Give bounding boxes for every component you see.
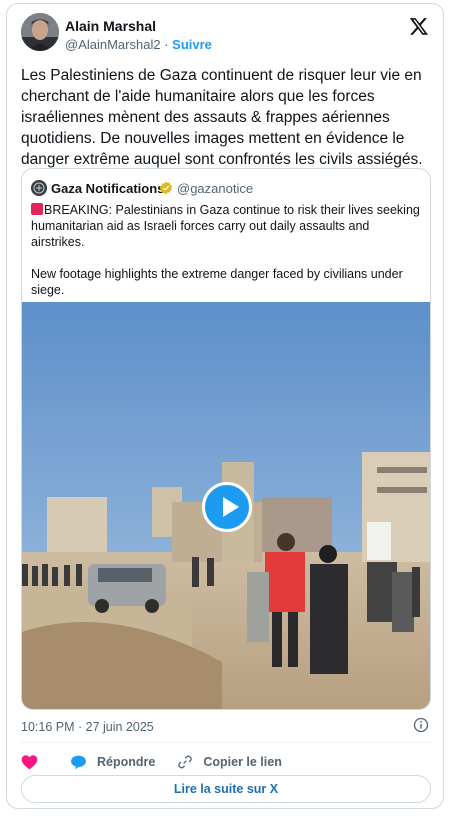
quoted-paragraph-1: BREAKING: Palestinians in Gaza continue …	[31, 202, 423, 250]
tweet-text: Les Palestiniens de Gaza continuent de r…	[21, 67, 423, 168]
video-thumbnail[interactable]	[22, 302, 430, 709]
like-button[interactable]	[21, 754, 48, 770]
divider	[21, 742, 431, 743]
info-icon[interactable]	[413, 717, 429, 733]
reply-button[interactable]: Répondre	[70, 754, 155, 770]
verified-badge-icon	[159, 181, 173, 195]
author-avatar[interactable]	[21, 13, 59, 51]
author-name[interactable]: Alain Marshal	[65, 18, 156, 34]
read-more-button[interactable]: Lire la suite sur X	[21, 775, 431, 803]
heart-icon	[21, 755, 38, 770]
quoted-tweet[interactable]: Gaza Notifications @gazanotice BREAKING:…	[21, 168, 431, 710]
copy-link-label: Copier le lien	[203, 755, 282, 769]
quoted-text: BREAKING: Palestinians in Gaza continue …	[31, 202, 423, 314]
reply-icon	[71, 755, 86, 770]
quoted-handle: @gazanotice	[177, 181, 254, 196]
action-bar: Répondre Copier le lien	[21, 748, 304, 776]
play-icon[interactable]	[202, 482, 252, 532]
author-handle-line: @AlainMarshal2 · Suivre	[65, 37, 212, 52]
reply-label: Répondre	[97, 755, 156, 769]
author-handle[interactable]: @AlainMarshal2	[65, 37, 161, 52]
tweet-card: Alain Marshal @AlainMarshal2 · Suivre Le…	[6, 3, 444, 809]
quoted-paragraph-2: New footage highlights the extreme dange…	[31, 267, 403, 297]
quoted-avatar	[31, 180, 47, 196]
follow-button[interactable]: Suivre	[172, 37, 212, 52]
link-icon	[178, 755, 193, 769]
separator-dot: ·	[164, 37, 169, 52]
tweet-timestamp[interactable]: 10:16 PM · 27 juin 2025	[21, 720, 154, 734]
siren-icon	[31, 203, 43, 215]
quoted-paragraph-1-text: BREAKING: Palestinians in Gaza continue …	[31, 203, 420, 249]
x-logo-icon[interactable]	[409, 16, 429, 36]
copy-link-button[interactable]: Copier le lien	[177, 754, 282, 770]
quoted-name: Gaza Notifications	[51, 181, 165, 196]
